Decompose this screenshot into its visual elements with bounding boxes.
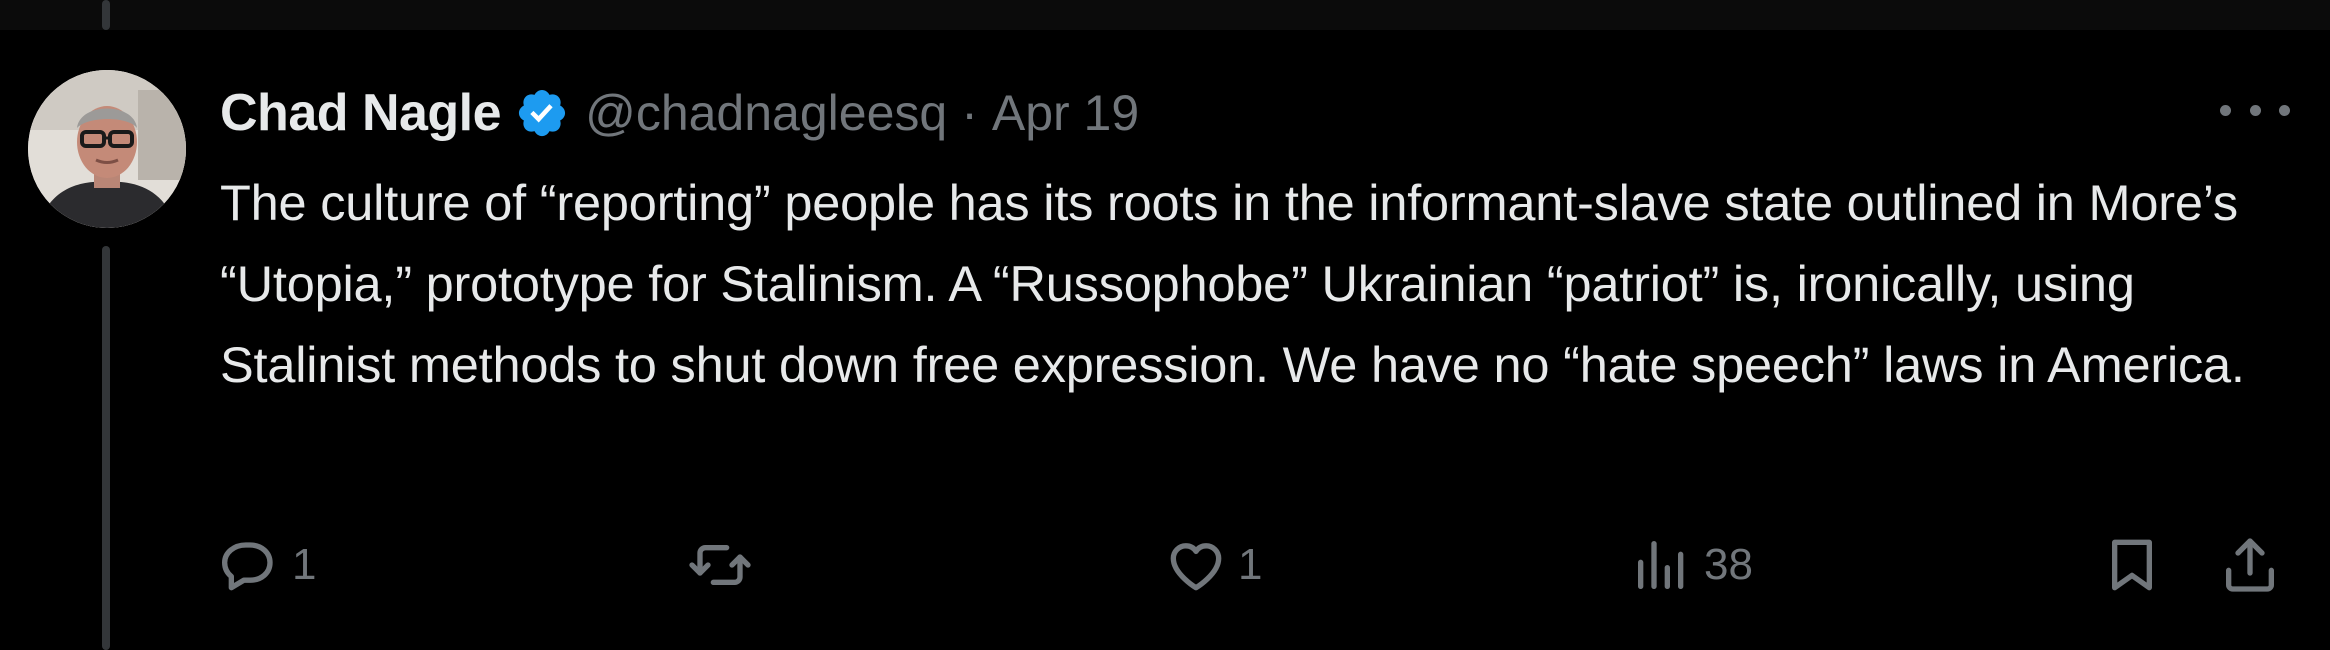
post-text: The culture of “reporting” people has it…	[220, 174, 2245, 393]
verified-badge-icon[interactable]	[515, 86, 569, 140]
thread-connector-line	[102, 0, 110, 30]
avatar[interactable]	[28, 70, 186, 228]
heart-icon	[1170, 543, 1222, 591]
more-dot	[2279, 104, 2290, 116]
like-count: 1	[1238, 540, 1263, 589]
thread-connector-line	[102, 246, 110, 650]
views-button[interactable]: 38	[1630, 530, 1753, 600]
author-name[interactable]: Chad Nagle	[220, 83, 502, 143]
repost-button[interactable]	[688, 530, 762, 600]
share-icon	[2226, 538, 2274, 592]
post-header: Chad Nagle @chadnagleesq · Apr 19	[220, 78, 1139, 148]
post-date[interactable]: Apr 19	[992, 84, 1139, 142]
reply-count: 1	[292, 540, 317, 589]
views-count: 38	[1704, 540, 1753, 589]
reply-icon	[222, 542, 273, 591]
repost-icon	[689, 545, 751, 585]
like-button[interactable]: 1	[1164, 530, 1262, 600]
views-icon	[1638, 541, 1684, 589]
avatar-photo	[28, 70, 186, 228]
more-icon[interactable]	[2220, 95, 2290, 125]
reply-button[interactable]: 1	[218, 530, 316, 600]
header-separator: ·	[961, 85, 978, 141]
author-handle[interactable]: @chadnagleesq	[585, 84, 947, 142]
more-dot	[2249, 104, 2261, 116]
more-dot	[2220, 104, 2231, 116]
bookmark-icon	[2112, 539, 2152, 591]
previous-post-edge	[0, 0, 2330, 30]
bookmark-button[interactable]	[2100, 530, 2164, 600]
share-button[interactable]	[2218, 530, 2282, 600]
